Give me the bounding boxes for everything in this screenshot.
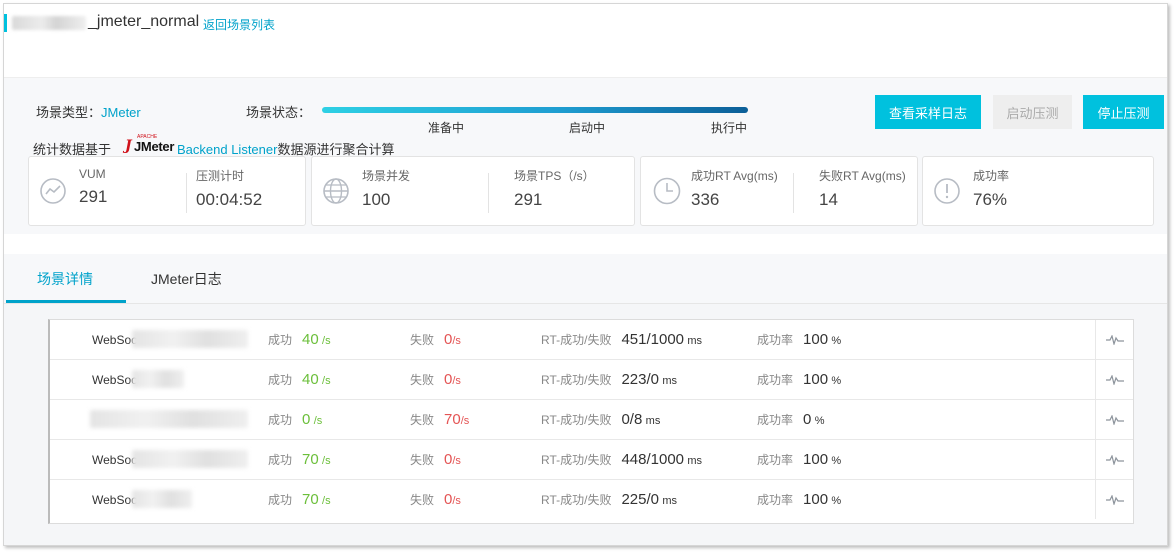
trend-chart-icon bbox=[40, 178, 66, 204]
redacted-api-name bbox=[132, 490, 192, 508]
stage-starting: 启动中 bbox=[569, 121, 606, 135]
api-name: WebSoc bbox=[92, 333, 138, 347]
back-to-scene-list-link[interactable]: 返回场景列表 bbox=[203, 16, 275, 33]
tab-jmeter-log[interactable]: JMeter日志 bbox=[151, 269, 222, 289]
table-row: WebSoc 成功 70 /s 失败 0/s RT-成功/失败 448/1000 ms… bbox=[50, 440, 1133, 480]
pulse-chart-icon[interactable] bbox=[1095, 440, 1133, 479]
scene-info-panel: 场景类型：JMeter 场景状态： 准备中 启动中 执行中 统计数据基于 APA… bbox=[4, 78, 1167, 234]
active-tab-indicator bbox=[6, 300, 126, 303]
redacted-api-name bbox=[90, 410, 248, 428]
metric-card-concurrency: 场景并发 100 场景TPS（/s） 291 bbox=[311, 156, 635, 226]
api-name: WebSoc bbox=[92, 373, 138, 387]
globe-icon bbox=[323, 178, 349, 204]
tab-scene-detail[interactable]: 场景详情 bbox=[37, 269, 93, 289]
table-row: 成功 0 /s 失败 70/s RT-成功/失败 0/8 ms 成功率 0 % bbox=[50, 400, 1133, 440]
table-row: WebSoc 成功 70 /s 失败 0/s RT-成功/失败 225/0 ms 成功… bbox=[50, 480, 1133, 520]
redacted-scene-prefix bbox=[12, 16, 86, 30]
api-stats-table: WebSoc 成功 40 /s 失败 0/s RT-成功/失败 451/1000 ms… bbox=[48, 319, 1134, 524]
warning-circle-icon bbox=[934, 178, 960, 204]
detail-tabs: 场景详情 JMeter日志 bbox=[4, 254, 1167, 304]
timer-metric: 压测计时 00:04:52 bbox=[196, 169, 263, 209]
title-accent-bar bbox=[4, 14, 7, 32]
scene-status-progress bbox=[322, 107, 748, 113]
success-rate-metric: 成功率 76% bbox=[973, 169, 1010, 209]
backend-listener-link[interactable]: Backend Listener bbox=[177, 142, 277, 157]
start-test-button[interactable]: 启动压测 bbox=[993, 95, 1072, 129]
table-row: WebSoc 成功 40 /s 失败 0/s RT-成功/失败 223/0 ms 成功… bbox=[50, 360, 1133, 400]
table-row: WebSoc 成功 40 /s 失败 0/s RT-成功/失败 451/1000 ms… bbox=[50, 320, 1133, 360]
metric-card-success-rate: 成功率 76% bbox=[922, 156, 1154, 226]
redacted-api-name bbox=[132, 330, 248, 348]
stop-test-button[interactable]: 停止压测 bbox=[1083, 95, 1164, 129]
scene-detail-window: _jmeter_normal 返回场景列表 场景类型：JMeter 场景状态： … bbox=[3, 3, 1168, 546]
scene-detail-content: WebSoc 成功 40 /s 失败 0/s RT-成功/失败 451/1000 ms… bbox=[4, 304, 1167, 545]
api-name: WebSoc bbox=[92, 453, 138, 467]
scene-status-label: 场景状态： bbox=[246, 105, 312, 120]
view-sampling-log-button[interactable]: 查看采样日志 bbox=[875, 95, 981, 129]
pulse-chart-icon[interactable] bbox=[1095, 400, 1133, 439]
concurrency-metric: 场景并发 100 bbox=[362, 169, 411, 209]
pulse-chart-icon[interactable] bbox=[1095, 480, 1133, 519]
page-title: _jmeter_normal bbox=[88, 13, 200, 30]
stage-preparing: 准备中 bbox=[428, 121, 465, 135]
jmeter-logo: APACHE J JMeter bbox=[125, 134, 175, 154]
api-name: WebSoc bbox=[92, 493, 138, 507]
pulse-chart-icon[interactable] bbox=[1095, 360, 1133, 399]
metric-card-rt: 成功RT Avg(ms) 336 失败RT Avg(ms) 14 bbox=[640, 156, 918, 226]
success-rt-metric: 成功RT Avg(ms) 336 bbox=[691, 169, 778, 209]
pulse-chart-icon[interactable] bbox=[1095, 320, 1133, 359]
scene-type: 场景类型：JMeter bbox=[36, 105, 141, 120]
tps-metric: 场景TPS（/s） 291 bbox=[514, 169, 595, 209]
vum-metric: VUM 291 bbox=[79, 167, 108, 206]
fail-rt-metric: 失败RT Avg(ms) 14 bbox=[819, 169, 906, 209]
stage-running: 执行中 bbox=[711, 121, 748, 135]
redacted-api-name bbox=[132, 450, 248, 468]
metric-card-vum: VUM 291 压测计时 00:04:52 bbox=[28, 156, 306, 226]
scene-type-value: JMeter bbox=[101, 105, 141, 120]
page-header: _jmeter_normal 返回场景列表 bbox=[4, 4, 1167, 78]
redacted-api-name bbox=[132, 370, 184, 388]
clock-icon bbox=[653, 177, 681, 205]
